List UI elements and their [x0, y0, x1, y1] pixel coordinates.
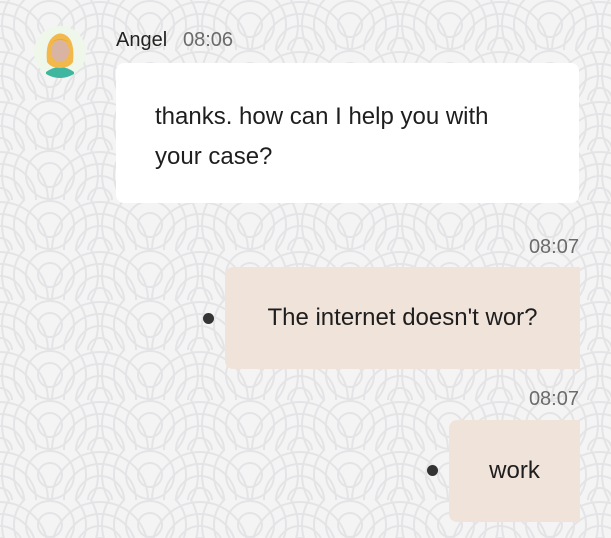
message-text: The internet doesn't wor?	[267, 304, 538, 331]
message-timestamp: 08:07	[528, 236, 579, 258]
sent-dot-icon	[427, 465, 438, 476]
message-timestamp: 08:07	[528, 388, 579, 410]
sender-name: Angel	[116, 29, 168, 51]
sent-dot-icon	[203, 313, 214, 324]
incoming-message-bubble: thanks. how can I help you with your cas…	[116, 63, 579, 203]
message-text: work	[489, 457, 540, 484]
chat-thread: Angel 08:06 thanks. how can I help you w…	[0, 0, 611, 538]
outgoing-message-bubble: The internet doesn't wor?	[225, 267, 580, 369]
woman-avatar-icon[interactable]	[34, 26, 86, 78]
message-timestamp: 08:06	[183, 29, 234, 51]
message-text: thanks. how can I help you with your cas…	[155, 103, 489, 170]
outgoing-message-bubble: work	[449, 420, 580, 522]
